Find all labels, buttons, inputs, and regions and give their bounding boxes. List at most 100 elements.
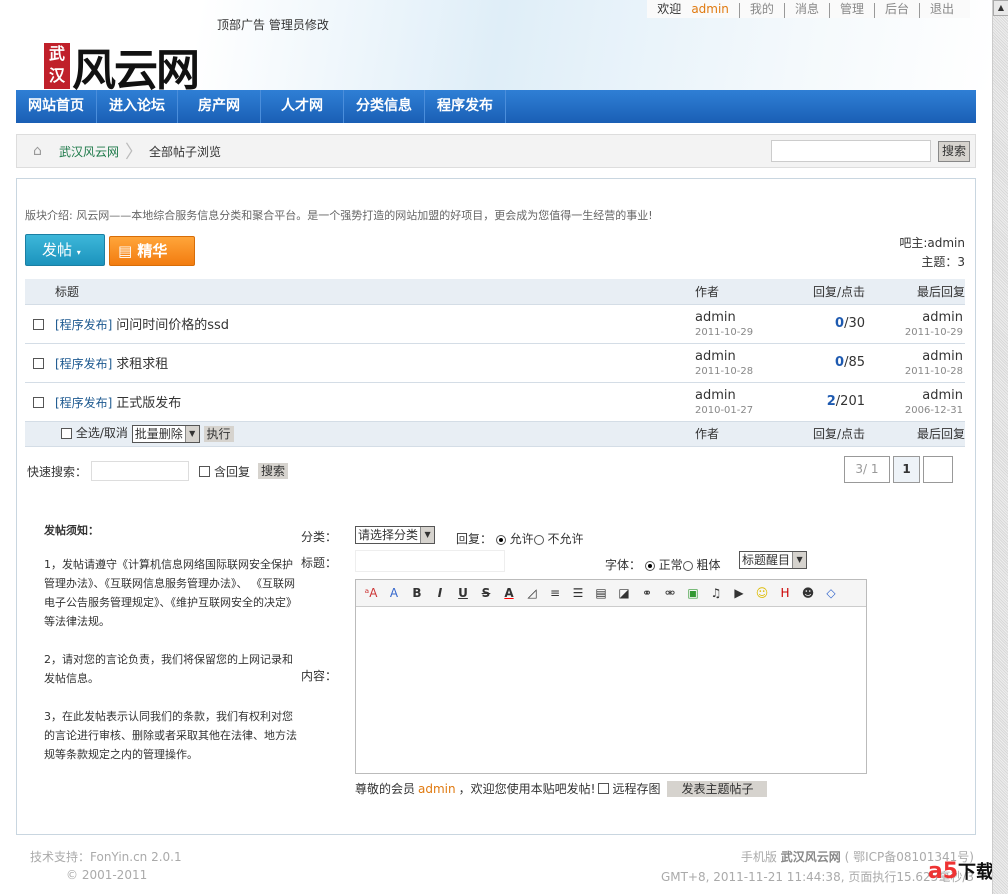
essence-button[interactable]: ▤ 精华 [109,236,195,266]
footer-site[interactable]: 武汉风云网 [781,850,841,864]
breadcrumb-home[interactable]: 武汉风云网 [59,143,119,160]
topic-category[interactable]: [程序发布] [55,357,112,371]
row-checkbox[interactable] [33,396,44,408]
topic-title[interactable]: 求租求租 [116,357,168,372]
search-button[interactable]: 搜索 [937,141,970,162]
nav-house[interactable]: 房产网 [178,90,261,123]
quick-search-input[interactable] [91,461,190,481]
list-icon[interactable]: ☰ [569,586,587,600]
nav-home[interactable]: 网站首页 [16,90,97,123]
last-reply-user[interactable]: admin [865,348,963,366]
posting-notice: 发帖须知： 1，发帖请遵守《计算机信息网络国际联网安全保护管理办法》、《互联网信… [44,521,302,783]
copyright: © 2001-2011 [66,868,148,882]
batch-action-select[interactable]: 批量删除 ▼ [131,424,200,443]
topic-category[interactable]: [程序发布] [55,396,112,410]
align-icon[interactable]: ≡ [546,586,564,600]
content-editor[interactable]: ᵃA A B I U S A ◿ ≡ ☰ ▤ ◪ ⚭ ⚮ ▣ ♫ ▶ ☺ H ☻ [355,579,867,774]
topic-author[interactable]: admin [695,387,785,405]
media-icon[interactable]: ▶ [730,586,748,600]
row-checkbox[interactable] [33,318,44,330]
scroll-up-icon[interactable]: ▲ [993,0,1008,16]
dropdown-arrow-icon: ▼ [792,552,807,568]
nav-classified[interactable]: 分类信息 [344,90,425,123]
select-all-label: 全选/取消 [75,426,128,441]
quick-search-button[interactable]: 搜索 [258,463,289,479]
underline-icon[interactable]: U [454,586,472,600]
logo-text: 风云网 [72,45,200,96]
allow-radio[interactable] [495,534,506,545]
link-mine[interactable]: 我的 [738,3,784,18]
link-messages[interactable]: 消息 [783,3,829,18]
link-admin[interactable]: 后台 [873,3,919,18]
bold-icon[interactable]: B [408,586,426,600]
normal-radio[interactable] [644,560,655,571]
normal-label: 正常 [658,558,683,572]
execute-button[interactable]: 执行 [203,425,234,442]
remote-image-checkbox[interactable] [598,783,610,794]
reply-label: 回复： [456,532,493,546]
page-next[interactable] [923,456,953,483]
home-icon[interactable]: ⌂ [33,143,49,159]
font-size-icon[interactable]: A [385,586,403,600]
bold-radio[interactable] [682,560,693,571]
topic-author[interactable]: admin [695,348,785,366]
page-1[interactable]: 1 [893,456,920,483]
topic-author[interactable]: admin [695,309,785,327]
link-manage[interactable]: 管理 [828,3,874,18]
disallow-label: 不允许 [547,532,584,546]
tech-support[interactable]: 技术支持：FonYin.cn 2.0.1 [30,848,182,865]
image-icon[interactable]: ▣ [684,586,702,600]
quick-search: 快速搜索： 含回复 搜索 [27,461,289,481]
eraser-icon[interactable]: ◿ [523,586,541,600]
dropdown-arrow-icon: ▼ [184,425,199,442]
last-reply-user[interactable]: admin [865,387,963,405]
allow-label: 允许 [509,532,534,546]
strikethrough-icon[interactable]: S [477,586,495,600]
submit-button[interactable]: 发表主题帖子 [667,780,768,797]
forum-intro: 版块介绍: 风云网——本地综合服务信息分类和聚合平台。是一个强势打造的网站加盟的… [25,209,653,222]
flash-icon[interactable]: ♫ [707,586,725,600]
forum-owner: 吧主:admin [899,236,965,250]
row-checkbox[interactable] [33,357,44,369]
indent-icon[interactable]: ▤ [592,586,610,600]
col-last: 最后回复 [865,279,965,305]
highlight-select[interactable]: 标题醒目 ▼ [739,551,808,569]
highlight-value: 标题醒目 [742,553,791,567]
topic-title[interactable]: 问问时间价格的ssd [116,318,229,333]
outdent-icon[interactable]: ◪ [615,586,633,600]
nav-jobs[interactable]: 人才网 [261,90,344,123]
quick-search-label: 快速搜索： [27,464,88,479]
select-all-checkbox[interactable] [61,428,72,440]
new-post-button[interactable]: 发帖 ▾ [25,234,105,266]
link-icon[interactable]: ⚭ [638,586,656,600]
font-color-icon[interactable]: A [500,586,518,600]
mobile-link[interactable]: 手机版 [741,850,777,864]
topic-category[interactable]: [程序发布] [55,318,112,332]
italic-icon[interactable]: I [431,586,449,600]
disallow-radio[interactable] [533,534,544,545]
click-count: /201 [835,394,865,409]
category-select[interactable]: 请选择分类 ▼ [355,526,436,544]
search-input[interactable] [771,140,931,162]
font-family-icon[interactable]: ᵃA [362,586,380,600]
emoticon-icon[interactable]: ☺ [753,586,771,600]
topic-table: 标题 作者 回复/点击 最后回复 [程序发布] 问问时间价格的ssd admin… [25,279,965,447]
nav-release[interactable]: 程序发布 [425,90,506,123]
scrollbar[interactable]: ▲ [992,0,1008,894]
include-reply-checkbox[interactable] [199,465,211,477]
source-code-icon[interactable]: ◇ [822,586,840,600]
top-ad[interactable]: 顶部广告 管理员修改 [217,16,329,33]
html-icon[interactable]: H [776,586,794,600]
logo[interactable]: 武汉 风云网 [44,34,200,98]
unlink-icon[interactable]: ⚮ [661,586,679,600]
content-label: 内容： [301,669,338,683]
link-logout[interactable]: 退出 [918,3,964,18]
topic-title[interactable]: 正式版发布 [116,396,181,411]
notice-item: 3，在此发帖表示认同我们的条款，我们有权利对您的言论进行审核、删除或者采取其他在… [44,710,297,761]
greeting-user[interactable]: admin [418,782,456,796]
nav-forum[interactable]: 进入论坛 [97,90,178,123]
title-input[interactable] [355,550,505,572]
last-reply-user[interactable]: admin [865,309,963,327]
users-icon[interactable]: ☻ [799,586,817,600]
user-link[interactable]: admin [691,3,739,18]
